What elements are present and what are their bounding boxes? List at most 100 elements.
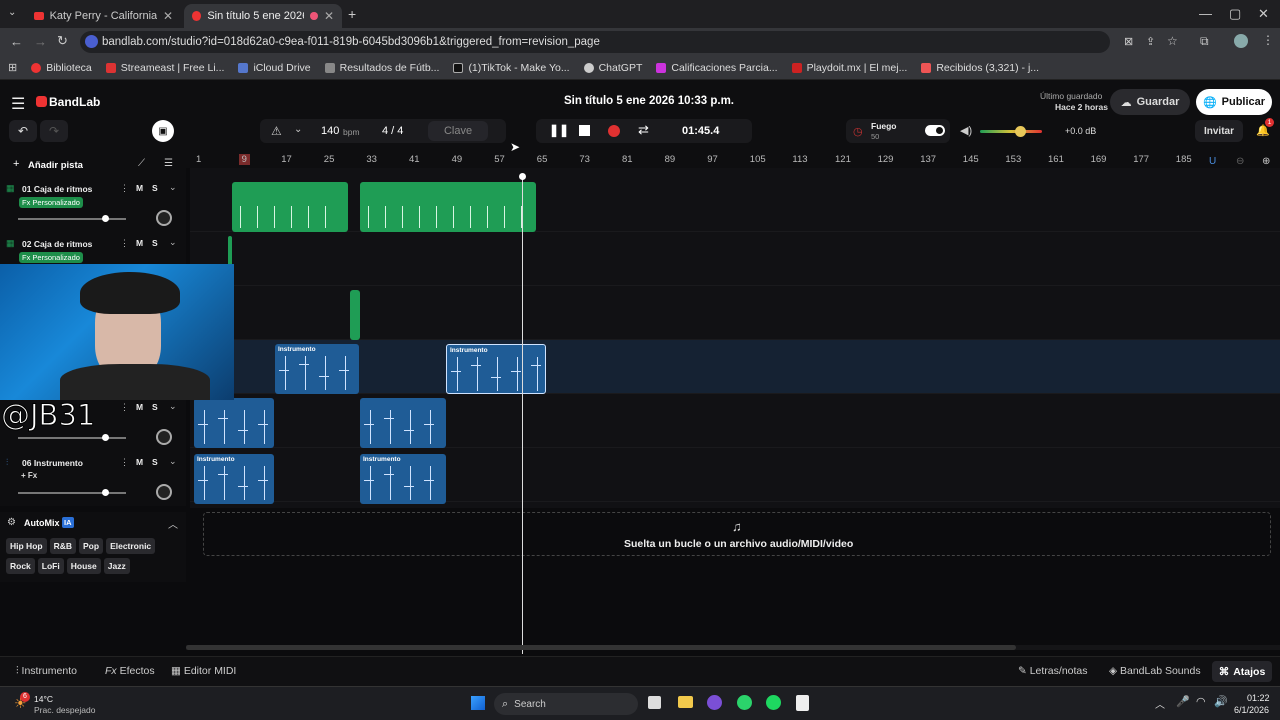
magnet-snap-icon[interactable]: U <box>1209 156 1216 167</box>
drum-clip[interactable] <box>350 290 360 340</box>
site-info-icon[interactable] <box>85 35 98 48</box>
solo-button[interactable]: S <box>152 457 158 467</box>
app-logo[interactable]: BandLab <box>49 95 100 109</box>
track-row[interactable]: ▦ 01 Caja de ritmos Fx Personalizado ⋮ M… <box>0 176 186 230</box>
genre-chip[interactable]: Hip Hop <box>6 538 47 554</box>
automation-icon[interactable]: ⟋ <box>138 158 145 169</box>
back-icon[interactable]: ← <box>10 34 23 49</box>
genre-chip[interactable]: Pop <box>79 538 104 554</box>
volume-knob[interactable] <box>1015 126 1027 137</box>
undo-button[interactable]: ↶ <box>9 120 37 142</box>
automix-label[interactable]: AutoMix <box>24 518 60 528</box>
discord-icon[interactable] <box>707 695 722 710</box>
apps-grid-icon[interactable]: ⊞ <box>8 61 17 74</box>
document-icon[interactable] <box>796 695 809 711</box>
slider-knob[interactable] <box>102 489 109 496</box>
tab-bandlab[interactable]: Sin título 5 ene 2026 10:33 p ✕ <box>184 4 342 28</box>
new-tab-button[interactable]: + <box>348 6 356 22</box>
file-explorer-icon[interactable] <box>678 696 693 708</box>
slider-knob[interactable] <box>102 215 109 222</box>
track-name[interactable]: 06 Instrumento <box>22 458 83 468</box>
chevron-up-icon[interactable]: ︿ <box>168 516 178 531</box>
metronome-icon[interactable]: ⚠ <box>271 124 282 138</box>
key-button[interactable]: Clave <box>428 121 488 141</box>
track-row[interactable]: ⫶ 06 Instrumento + Fx ⋮ M S ⌄ <box>0 450 186 504</box>
genre-chip[interactable]: Jazz <box>103 558 130 574</box>
stop-button[interactable] <box>579 125 590 136</box>
taskbar-search[interactable]: ⌕ Search <box>494 693 638 715</box>
zoom-out-icon[interactable]: ⊖ <box>1236 156 1244 167</box>
bookmark-item[interactable]: Biblioteca <box>31 62 92 74</box>
add-track-button[interactable]: Añadir pista <box>28 160 83 171</box>
genre-chip[interactable]: R&B <box>49 538 76 554</box>
bookmark-item[interactable]: Recibidos (3,321) - j... <box>921 62 1039 74</box>
maximize-button[interactable]: ▢ <box>1229 6 1241 22</box>
publish-button[interactable]: 🌐 Publicar <box>1196 89 1272 115</box>
track-name[interactable]: 02 Caja de ritmos <box>22 239 92 249</box>
instrument-clip[interactable] <box>194 398 274 448</box>
chevron-down-icon[interactable]: ⌄ <box>169 401 177 412</box>
save-button[interactable]: ☁ Guardar <box>1110 89 1190 115</box>
pause-button[interactable]: ❚❚ <box>549 123 569 137</box>
shortcuts-button[interactable]: ⌘ Atajos <box>1212 661 1272 682</box>
add-fx-button[interactable]: + Fx <box>21 471 37 480</box>
volume-icon[interactable]: 🔊 <box>1214 695 1228 708</box>
preset-toggle[interactable] <box>925 125 945 136</box>
instrument-clip-selected[interactable]: Instrumento <box>446 344 546 394</box>
bandlab-sounds-tab[interactable]: ◈ BandLab Sounds <box>1109 665 1201 677</box>
instrument-clip[interactable]: Instrumento <box>194 454 274 504</box>
redo-button[interactable]: ↷ <box>40 120 68 142</box>
more-icon[interactable]: ⋮ <box>120 402 129 413</box>
reload-icon[interactable]: ↻ <box>57 33 68 49</box>
more-icon[interactable]: ⋮ <box>120 238 129 249</box>
bookmark-item[interactable]: ChatGPT <box>583 62 642 74</box>
track-volume-slider[interactable] <box>18 489 126 496</box>
solo-button[interactable]: S <box>152 402 158 412</box>
speaker-icon[interactable]: ◀) <box>960 124 972 137</box>
bookmark-item[interactable]: Resultados de Fútb... <box>324 62 439 74</box>
lane-4[interactable]: Instrumento Instrumento <box>190 340 1280 394</box>
lane-3[interactable] <box>190 286 1280 340</box>
bookmark-item[interactable]: Playdoit.mx | El mej... <box>791 62 907 74</box>
genre-chip[interactable]: LoFi <box>37 558 64 574</box>
app-icon[interactable] <box>737 695 752 710</box>
extensions-icon[interactable]: ⧉ <box>1200 34 1209 49</box>
bookmark-star-icon[interactable]: ☆ <box>1167 34 1178 48</box>
instrument-clip[interactable]: Instrumento <box>360 454 446 504</box>
project-title[interactable]: Sin título 5 ene 2026 10:33 p.m. <box>564 95 734 107</box>
lyrics-tab[interactable]: ✎ Letras/notas <box>1018 665 1088 677</box>
bookmark-item[interactable]: Streameast | Free Li... <box>105 62 224 74</box>
pan-knob[interactable] <box>156 429 172 445</box>
bookmark-item[interactable]: (1)TikTok - Make Yo... <box>453 62 570 74</box>
lane-6[interactable]: Instrumento Instrumento <box>190 448 1280 504</box>
mute-button[interactable]: M <box>136 402 143 412</box>
playhead-handle[interactable] <box>519 173 526 180</box>
genre-chip[interactable]: Rock <box>6 558 35 574</box>
record-button[interactable] <box>608 125 620 137</box>
task-view-icon[interactable] <box>648 696 661 709</box>
mute-button[interactable]: M <box>136 183 143 193</box>
windows-start-icon[interactable] <box>471 696 485 710</box>
instrument-panel-tab[interactable]: ⫶ Instrumento <box>16 665 77 678</box>
more-icon[interactable]: ⋮ <box>120 183 129 194</box>
scrollbar-thumb[interactable] <box>186 645 1016 650</box>
playhead[interactable] <box>522 176 523 654</box>
chevron-down-icon[interactable]: ⌄ <box>169 182 177 193</box>
lane-2[interactable] <box>190 232 1280 286</box>
sampler-icon[interactable]: ▣ <box>152 120 174 142</box>
genre-chip[interactable]: Electronic <box>106 538 156 554</box>
master-volume-slider[interactable] <box>980 126 1042 137</box>
zoom-in-icon[interactable]: ⊕ <box>1262 156 1270 167</box>
chevron-down-icon[interactable]: ⌄ <box>169 456 177 467</box>
bookmark-item[interactable]: Calificaciones Parcia... <box>656 62 778 74</box>
tab-list-icon[interactable]: ⌄ <box>8 7 16 18</box>
fx-badge[interactable]: Fx Personalizado <box>19 252 83 263</box>
bookmark-item[interactable]: iCloud Drive <box>238 62 311 74</box>
profile-avatar[interactable] <box>1234 34 1248 48</box>
tab-katy-perry[interactable]: Katy Perry - California Gurls (Of ✕ <box>26 4 181 28</box>
close-icon[interactable]: ✕ <box>163 9 173 23</box>
mute-button[interactable]: M <box>136 238 143 248</box>
install-icon[interactable]: ⇪ <box>1146 35 1155 48</box>
chevron-up-icon[interactable]: ︿ <box>1155 696 1165 711</box>
url-field[interactable]: bandlab.com/studio?id=018d62a0-c9ea-f011… <box>80 31 1110 53</box>
